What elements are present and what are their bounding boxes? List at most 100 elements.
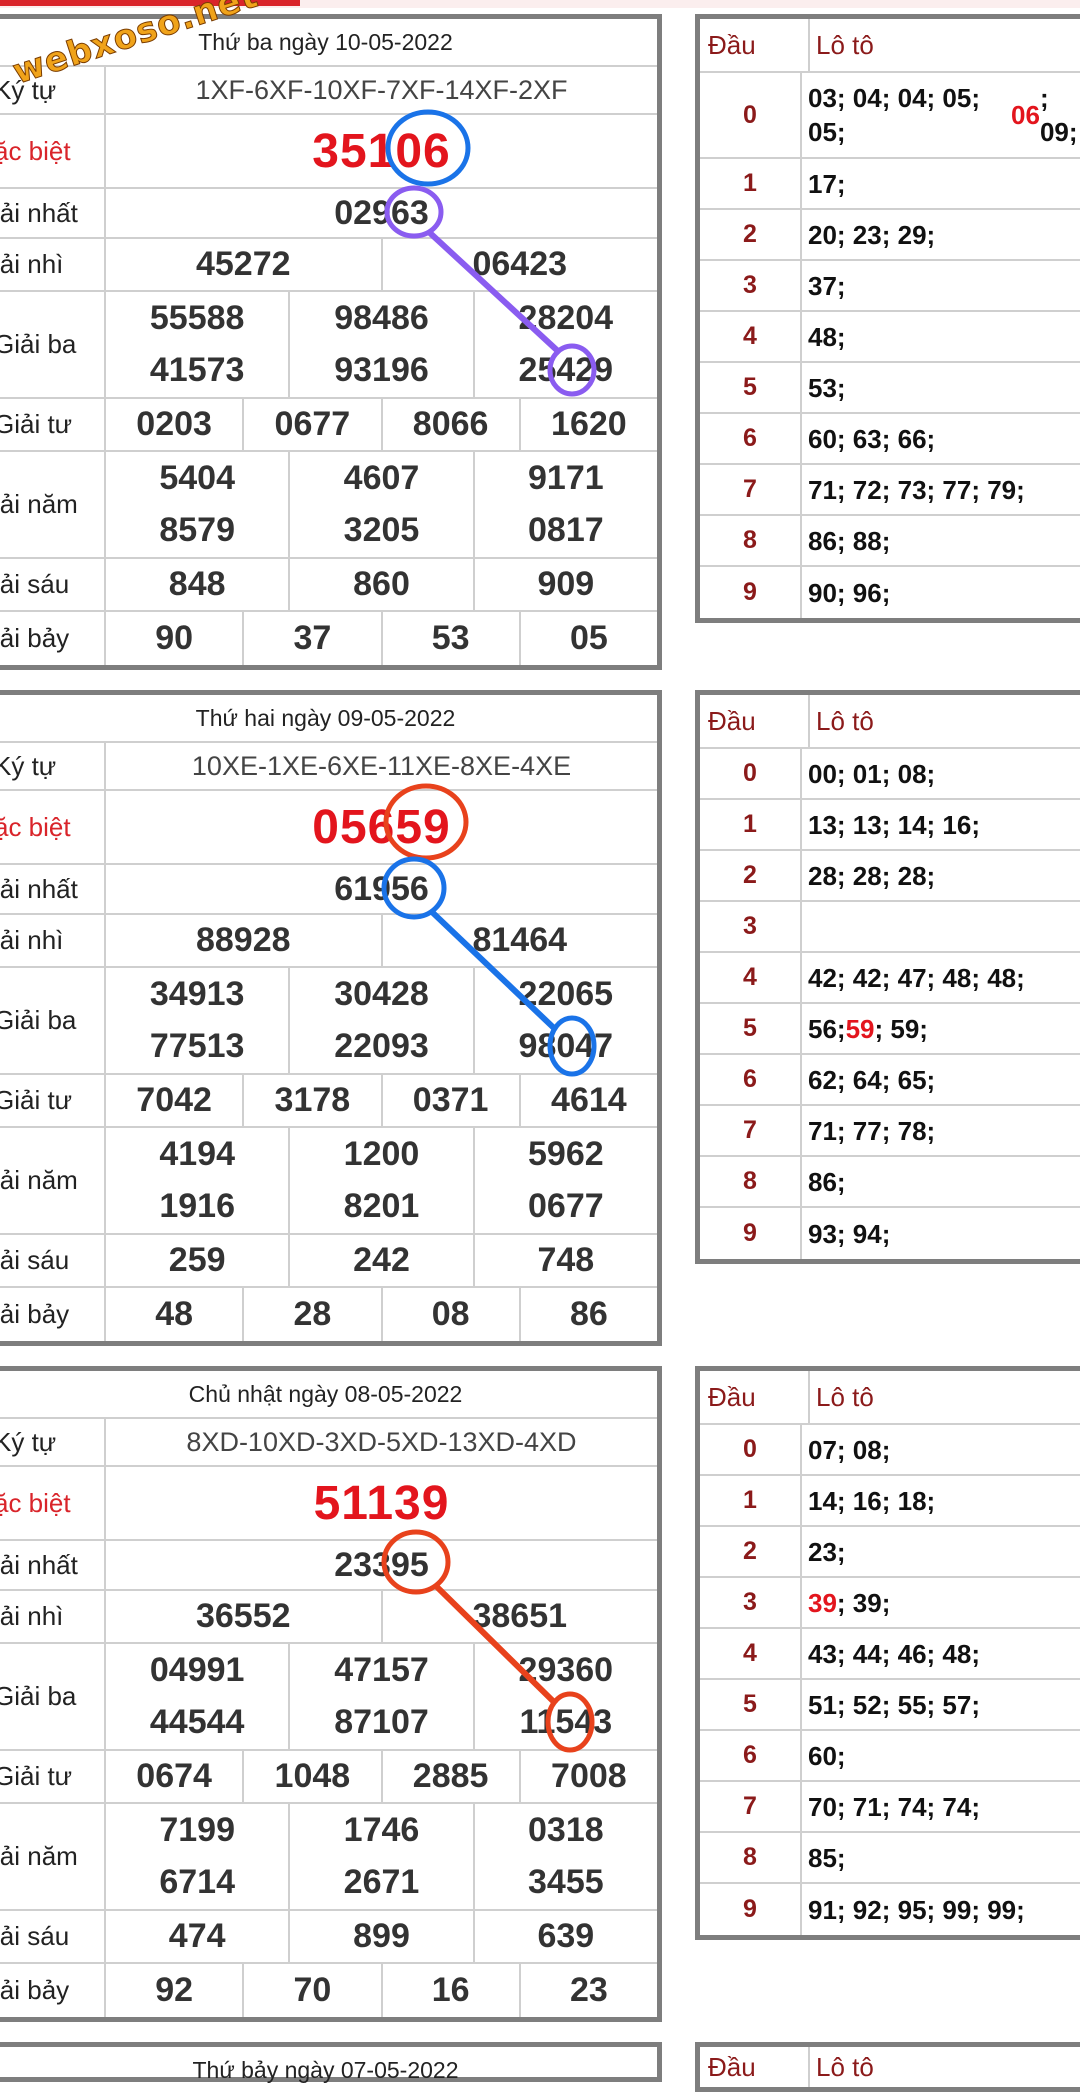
prize-number: 3455: [528, 1863, 604, 1902]
loto-values-text: 85;: [808, 1842, 846, 1873]
prize-number: 8066: [383, 399, 521, 450]
prize-number: 7199: [106, 1804, 291, 1857]
loto-row: 7 71; 72; 73; 77; 79;: [700, 465, 1080, 516]
loto-values-text: 60; 63; 66;: [808, 423, 936, 454]
loto-row: 8 85;: [700, 1833, 1080, 1884]
prize-number: 22065: [518, 974, 614, 1013]
prize-number: 639: [537, 1917, 595, 1955]
loto-values: 86; 88;: [802, 516, 1080, 565]
loto-row: 6 62; 64; 65;: [700, 1055, 1080, 1106]
loto-values-text: 90; 96;: [808, 577, 891, 608]
loto-values: 20; 23; 29;: [802, 210, 1080, 259]
prize-number: 1620: [551, 405, 627, 443]
loto-table-next: Đầu Lô tô: [695, 2042, 1080, 2092]
loto-values: 53;: [802, 363, 1080, 412]
prize-number: 8XD-10XD-3XD-5XD-13XD-4XD: [186, 1426, 577, 1457]
loto-values-tail: ; 59;: [874, 1013, 928, 1044]
results-table: Chủ nhật ngày 08-05-2022 Ký tự 8XD-10XD-3X…: [0, 1366, 662, 2022]
loto-values: [802, 902, 1080, 951]
loto-dau: 0: [700, 749, 802, 798]
loto-dau: 7: [700, 465, 802, 514]
prize-number: 1916: [106, 1180, 291, 1233]
row-giai-nhi: iải nhì 36552 38651: [0, 1591, 657, 1644]
loto-values-text: 28; 28; 28;: [808, 860, 936, 891]
loto-table: Đầu Lô tô 0 00; 01; 08; 1 13; 13; 14; 16; 2 28;…: [695, 690, 1080, 1264]
loto-table: Đầu Lô tô 0 07; 08; 1 14; 16; 18; 2 23; 3 39; 39;…: [695, 1366, 1080, 1940]
loto-dau: 8: [700, 1157, 802, 1206]
prize-number: 8579: [106, 504, 291, 557]
prize-label: Ký tự: [0, 1419, 106, 1465]
loto-dau: 5: [700, 1680, 802, 1729]
prize-number: 7042: [106, 1075, 245, 1126]
prize-number: 3205: [290, 504, 475, 557]
loto-dau: 7: [700, 1106, 802, 1155]
loto-header: Đầu Lô tô: [700, 19, 1080, 73]
row-giai-tu: Giải tư 0674 1048 2885 7008: [0, 1751, 657, 1804]
loto-values-text: 56;: [808, 1013, 846, 1044]
row-giai-nhat: iải nhất 02963: [0, 189, 657, 239]
row-giai-bay: iải bảy 48 28 08 86: [0, 1288, 657, 1341]
loto-values-tail: ; 39;: [836, 1587, 891, 1618]
row-giai-nhat: iải nhất 23395: [0, 1541, 657, 1591]
prize-number: 2885: [383, 1751, 521, 1802]
loto-values-text: 71; 77; 78;: [808, 1115, 936, 1146]
loto-values-text: 42; 42; 47; 48; 48;: [808, 962, 1025, 993]
loto-row: 5 51; 52; 55; 57;: [700, 1680, 1080, 1731]
prize-number: 28: [244, 1288, 383, 1341]
prize-number: 259: [106, 1235, 291, 1286]
row-giai-sau: iải sáu 474 899 639: [0, 1911, 657, 1964]
prize-number: 06423: [472, 245, 568, 283]
prize-number: 242: [290, 1235, 475, 1286]
prize-number: 90: [106, 612, 245, 665]
prize-number: 86: [569, 1295, 608, 1333]
loto-values: 85;: [802, 1833, 1080, 1882]
prize-label: iải nhì: [0, 1591, 106, 1642]
loto-dau: 3: [700, 261, 802, 310]
loto-dau: 6: [700, 1731, 802, 1780]
prize-number: 0677: [528, 1187, 604, 1226]
draw-date-title: Thứ hai ngày 09-05-2022: [0, 695, 657, 743]
loto-values-text: 70; 71; 74; 74;: [808, 1791, 980, 1822]
loto-header: Đầu Lô tô: [700, 1371, 1080, 1425]
loto-header-loto: Lô tô: [816, 706, 874, 736]
loto-row: 1 14; 16; 18;: [700, 1476, 1080, 1527]
loto-values: 60; 63; 66;: [802, 414, 1080, 463]
loto-row: 7 70; 71; 74; 74;: [700, 1782, 1080, 1833]
loto-values-highlight: 06: [1011, 100, 1040, 130]
prize-label: Ký tự: [0, 743, 106, 789]
loto-values-text: 43; 44; 46; 48;: [808, 1638, 980, 1669]
loto-values: 14; 16; 18;: [802, 1476, 1080, 1525]
row-giai-nam: iải năm 4194 1200 5962 1916 8201 0677: [0, 1128, 657, 1235]
prize-number: 25429: [518, 351, 614, 390]
loto-values-text: 91; 92; 95; 99; 99;: [808, 1894, 1025, 1925]
loto-table: Đầu Lô tô 0 03; 04; 04; 05; 05; 06; 09; 1 17;…: [695, 14, 1080, 623]
prize-number: 87107: [290, 1696, 475, 1749]
loto-values: 42; 42; 47; 48; 48;: [802, 953, 1080, 1002]
prize-number: 05: [569, 619, 608, 657]
prize-number: 04991: [106, 1644, 291, 1697]
prize-number: 45272: [106, 239, 383, 290]
loto-dau: 7: [700, 1782, 802, 1831]
loto-values-text: 17;: [808, 168, 846, 199]
loto-row: 5 53;: [700, 363, 1080, 414]
prize-label: iải năm: [0, 1804, 106, 1909]
loto-dau: 6: [700, 414, 802, 463]
loto-values-highlight: 39: [808, 1587, 837, 1618]
prize-label: iải bảy: [0, 1288, 106, 1341]
results-table: Thứ hai ngày 09-05-2022 Ký tự 10XE-1XE-6XE…: [0, 690, 662, 1346]
row-giai-tu: Giải tư 0203 0677 8066 1620: [0, 399, 657, 452]
loto-values-highlight: 59: [845, 1013, 875, 1044]
prize-number: 51139: [313, 1476, 450, 1530]
row-giai-tu: Giải tư 7042 3178 0371 4614: [0, 1075, 657, 1128]
loto-row: 4 43; 44; 46; 48;: [700, 1629, 1080, 1680]
loto-values-text: 71; 72; 73; 77; 79;: [808, 474, 1025, 505]
prize-number: 3178: [244, 1075, 383, 1126]
prize-number: 77513: [106, 1020, 291, 1073]
loto-dau: 1: [700, 800, 802, 849]
loto-values-text: 86;: [808, 1166, 846, 1197]
loto-values: 70; 71; 74; 74;: [802, 1782, 1080, 1831]
loto-values: 17;: [802, 159, 1080, 208]
prize-number: 9171: [528, 458, 604, 497]
loto-dau: 2: [700, 210, 802, 259]
draw-block: Thứ hai ngày 09-05-2022 Ký tự 10XE-1XE-6XE…: [0, 690, 1080, 1350]
